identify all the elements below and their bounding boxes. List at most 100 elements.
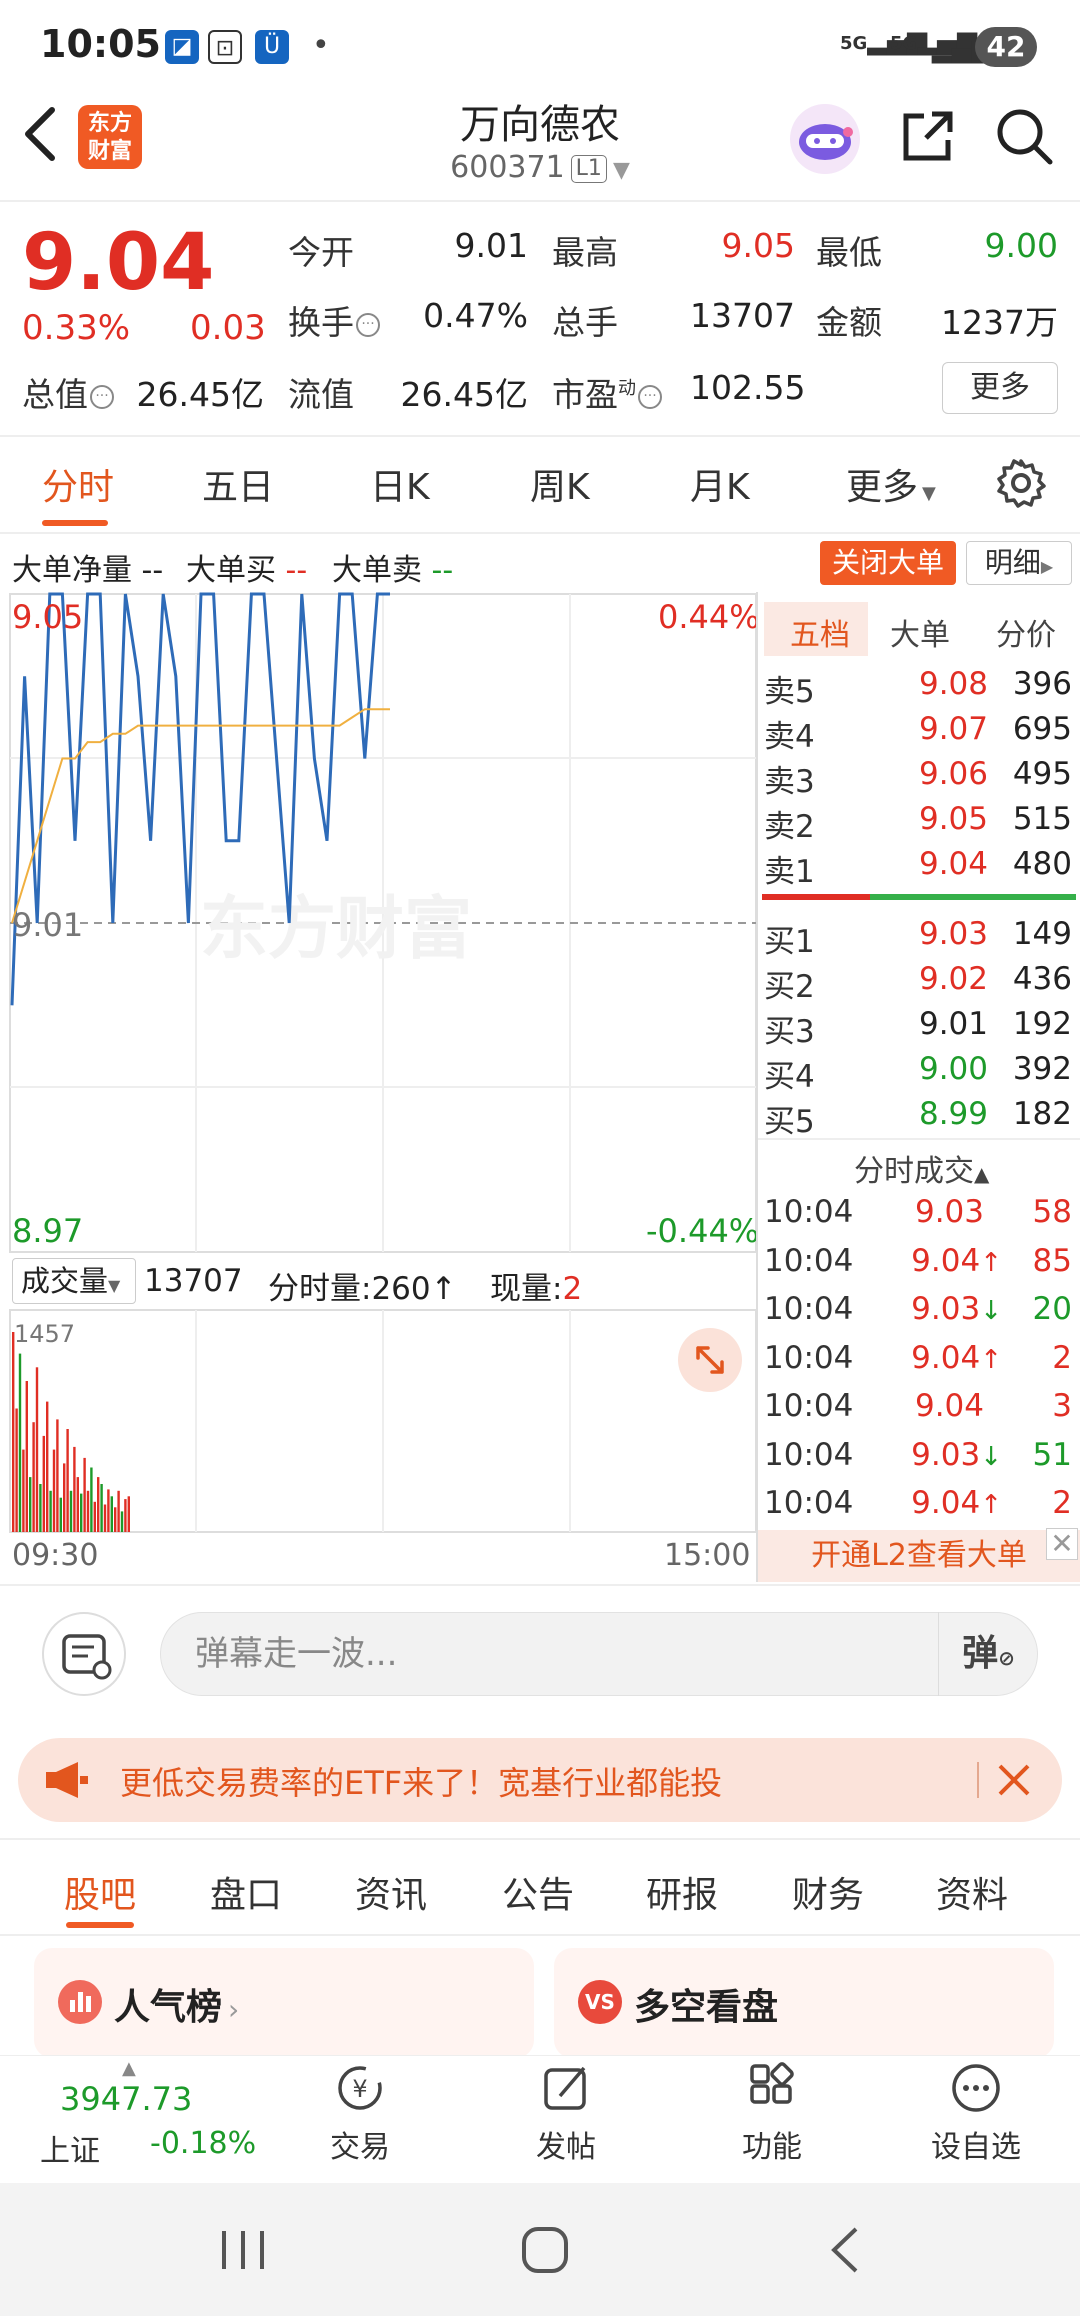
order-level: 卖4: [764, 719, 815, 755]
active-tab-indicator: [66, 1922, 134, 1928]
panel-tab-five[interactable]: 五档: [790, 610, 850, 654]
comment-settings-button[interactable]: [42, 1612, 126, 1696]
content-tab-1[interactable]: 盘口: [210, 1866, 282, 1918]
robot-assistant-icon[interactable]: [790, 104, 860, 174]
chart-tab-5[interactable]: 更多 ▼: [846, 458, 936, 510]
divider: [0, 532, 1080, 534]
trade-qty: 58: [1032, 1194, 1072, 1230]
nav-features[interactable]: 功能: [702, 2060, 842, 2166]
active-tab-indicator: [42, 520, 108, 526]
trade-qty: 51: [1032, 1436, 1072, 1473]
close-icon: [998, 1764, 1030, 1796]
order-level: 卖2: [764, 809, 815, 845]
time-axis-end: 15:00: [664, 1538, 751, 1573]
system-back-button[interactable]: [826, 2225, 866, 2279]
quote-value: 0.47%: [423, 296, 528, 335]
close-l2-banner-icon[interactable]: ✕: [1046, 1528, 1078, 1560]
search-button[interactable]: [992, 104, 1056, 172]
content-tab-2[interactable]: 资讯: [355, 1866, 427, 1918]
danmu-toggle-button[interactable]: 弹⊘: [938, 1612, 1038, 1696]
change-amount: 0.03: [190, 308, 266, 348]
close-ad-button[interactable]: [992, 1758, 1036, 1806]
content-tab-6[interactable]: 资料: [936, 1866, 1008, 1918]
volume-bar: [100, 1484, 103, 1532]
volume-bar: [83, 1457, 86, 1532]
content-tab-0[interactable]: 股吧: [64, 1866, 136, 1918]
detail-button[interactable]: 明细▶: [966, 541, 1072, 585]
volume-bar: [22, 1449, 25, 1532]
volume-bar: [86, 1490, 90, 1532]
order-row[interactable]: 买3 9.01 192: [758, 1006, 1080, 1051]
nav-trade[interactable]: ¥ 交易: [290, 2060, 430, 2166]
divider: [758, 1138, 1080, 1140]
chart-tab-3[interactable]: 周K: [530, 458, 590, 510]
order-row[interactable]: 卖3 9.06 495: [758, 756, 1080, 801]
more-quote-button[interactable]: 更多: [942, 362, 1058, 414]
order-qty: 392: [1012, 1051, 1072, 1087]
l2-upsell-banner[interactable]: 开通L2查看大单: [758, 1530, 1080, 1582]
panel-tab-price-split[interactable]: 分价: [996, 610, 1056, 654]
order-qty: 149: [1012, 916, 1072, 952]
content-tab-4[interactable]: 研报: [646, 1866, 718, 1918]
order-row[interactable]: 卖5 9.08 396: [758, 666, 1080, 711]
chart-tab-1[interactable]: 五日: [202, 458, 274, 510]
share-icon: [903, 111, 953, 161]
share-button[interactable]: [898, 106, 958, 170]
volume-bar: [97, 1477, 100, 1532]
chart-tab-0[interactable]: 分时: [42, 458, 114, 510]
order-level: 买5: [764, 1104, 815, 1140]
order-price: 8.99: [918, 1096, 988, 1132]
recent-apps-button[interactable]: [218, 2227, 268, 2277]
nav-add-watchlist[interactable]: 设自选: [906, 2060, 1046, 2166]
chart-tab-4[interactable]: 月K: [690, 458, 750, 510]
content-tab-5[interactable]: 财务: [792, 1866, 864, 1918]
trade-row: 10:04 9.04↑ 85: [758, 1243, 1080, 1291]
trade-time: 10:04: [764, 1242, 854, 1279]
content-tab-3[interactable]: 公告: [502, 1866, 574, 1918]
bull-bear-card[interactable]: VS 多空看盘: [554, 1948, 1054, 2058]
close-big-order-button[interactable]: 关闭大单: [820, 541, 956, 585]
order-level: 买3: [764, 1014, 815, 1050]
volume-bar: [117, 1490, 120, 1532]
expand-chart-button[interactable]: [678, 1328, 742, 1392]
volume-bar: [25, 1381, 28, 1532]
volume-bar: [32, 1422, 35, 1532]
grid-icon: [750, 2062, 794, 2104]
pe-value: 102.55: [690, 368, 806, 407]
panel-tab-big-order[interactable]: 大单: [890, 610, 950, 654]
nav-post[interactable]: 发帖: [496, 2060, 636, 2166]
info-icon[interactable]: ···: [90, 384, 114, 409]
volume-bar: [93, 1501, 96, 1532]
order-price: 9.02: [918, 961, 988, 997]
info-icon[interactable]: ···: [638, 384, 662, 409]
order-row[interactable]: 卖4 9.07 695: [758, 711, 1080, 756]
info-icon[interactable]: ···: [356, 312, 380, 337]
volume-bar: [12, 1332, 15, 1532]
order-row[interactable]: 买4 9.00 392: [758, 1051, 1080, 1096]
intraday-chart[interactable]: 东方财富: [0, 592, 758, 1582]
trade-row: 10:04 9.04↑ 2: [758, 1340, 1080, 1388]
popularity-card[interactable]: 人气榜 ›: [34, 1948, 534, 2058]
trade-time: 10:04: [764, 1436, 854, 1473]
danmu-input[interactable]: 弹幕走一波...: [160, 1612, 1038, 1696]
order-row[interactable]: 买5 8.99 182: [758, 1096, 1080, 1141]
home-button[interactable]: [520, 2225, 570, 2279]
order-qty: 396: [1012, 666, 1072, 702]
order-row[interactable]: 卖1 9.04 480: [758, 846, 1080, 891]
current-price: 9.04: [22, 218, 215, 308]
vs-icon: VS: [578, 1980, 622, 2024]
shield-notification-icon: Ü: [255, 30, 289, 64]
chart-settings-button[interactable]: [994, 456, 1048, 514]
status-time: 10:05: [40, 22, 161, 66]
order-row[interactable]: 买2 9.02 436: [758, 961, 1080, 1006]
trade-price: 9.04↑: [911, 1485, 1002, 1521]
index-value[interactable]: 3947.73: [60, 2080, 192, 2118]
chart-tab-2[interactable]: 日K: [370, 458, 430, 510]
quote-value: 1237万: [941, 303, 1058, 342]
order-qty: 695: [1012, 711, 1072, 747]
axis-price-mid: 9.01: [12, 906, 84, 944]
trades-title[interactable]: 分时成交▲: [854, 1146, 989, 1190]
order-row[interactable]: 买1 9.03 149: [758, 916, 1080, 961]
volume-selector[interactable]: 成交量▼: [12, 1258, 136, 1304]
order-row[interactable]: 卖2 9.05 515: [758, 801, 1080, 846]
